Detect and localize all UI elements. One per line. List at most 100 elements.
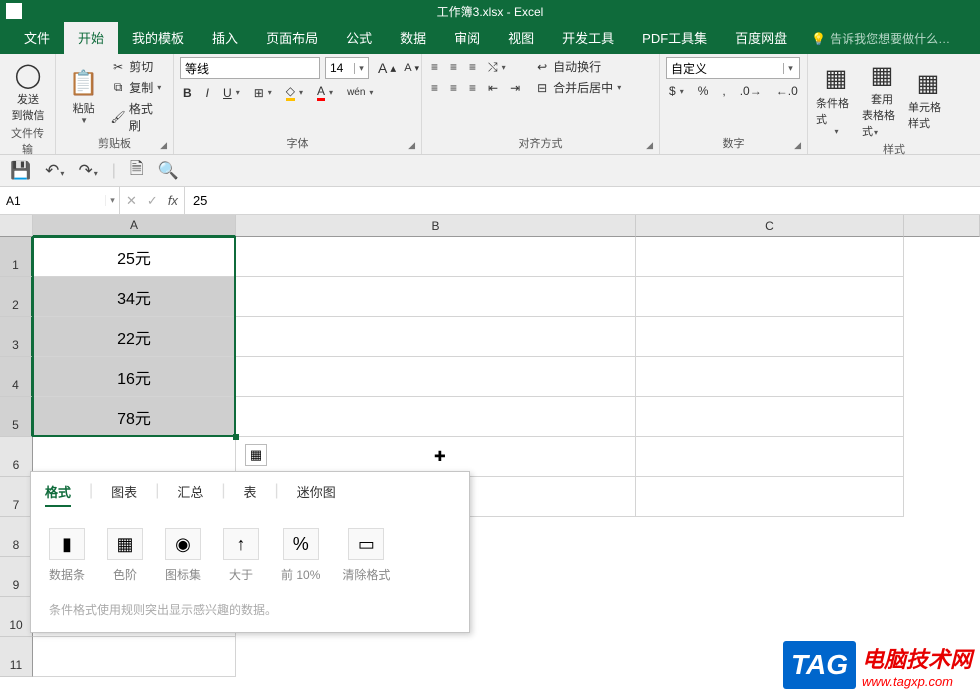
bold-button[interactable]: B [180,85,195,101]
tell-me-search[interactable]: 💡 告诉我您想要做什么… [801,23,960,54]
row-header-11[interactable]: 11 [0,637,33,677]
qa-tab-format[interactable]: 格式 [45,482,71,507]
increase-decimal-button[interactable]: .0→ [737,83,765,99]
font-size-input[interactable] [326,61,354,75]
cell-b3[interactable] [236,317,636,357]
fill-color-button[interactable]: ◇▾ [283,83,306,102]
col-header-c[interactable]: C [636,215,904,237]
redo-icon[interactable]: ↷▾ [78,161,97,181]
cell-b1[interactable] [236,237,636,277]
font-color-button[interactable]: A▾ [314,83,336,102]
font-size-combo[interactable]: ▾ [325,57,369,79]
row-header-9[interactable]: 9 [0,557,33,597]
col-header-b[interactable]: B [236,215,636,237]
cell-b5[interactable] [236,397,636,437]
cell-a4[interactable]: 16元 [33,357,236,397]
phonetic-button[interactable]: wén▾ [344,86,376,99]
cell-c4[interactable] [636,357,904,397]
cell-b2[interactable] [236,277,636,317]
save-icon[interactable]: 💾 [10,161,31,181]
enter-icon[interactable]: ✓ [147,193,158,209]
row-header-1[interactable]: 1 [0,237,33,277]
format-as-table-button[interactable]: ▦ 套用 表格格式▾ [860,57,904,141]
increase-font-button[interactable]: A▴ [375,59,399,77]
qa-top10-button[interactable]: %前 10% [281,528,320,583]
tab-formulas[interactable]: 公式 [332,21,386,54]
align-left-button[interactable]: ≡ [428,80,441,96]
cell-a3[interactable]: 22元 [33,317,236,357]
cell-a11[interactable] [33,637,236,677]
wrap-text-button[interactable]: ↩自动换行 [531,57,624,76]
cell-c3[interactable] [636,317,904,357]
tab-developer[interactable]: 开发工具 [548,21,628,54]
row-header-4[interactable]: 4 [0,357,33,397]
row-header-3[interactable]: 3 [0,317,33,357]
qa-iconset-button[interactable]: ◉图标集 [165,528,201,583]
chevron-down-icon[interactable]: ▾ [783,63,797,74]
row-header-10[interactable]: 10 [0,597,33,637]
border-button[interactable]: ⊞▾ [251,85,275,101]
row-header-6[interactable]: 6 [0,437,33,477]
cell-a1[interactable]: 25元 [33,237,236,277]
cell-a2[interactable]: 34元 [33,277,236,317]
selection-handle[interactable] [233,434,239,440]
qa-databar-button[interactable]: ▮数据条 [49,528,85,583]
tab-view[interactable]: 视图 [494,21,548,54]
font-name-combo[interactable]: ▾ [180,57,320,79]
qa-tab-table[interactable]: 表 [244,482,257,507]
copy-button[interactable]: ⧉复制▾ [107,78,167,97]
cell-c1[interactable] [636,237,904,277]
select-all-corner[interactable] [0,215,33,237]
dialog-launcher-icon[interactable]: ◢ [408,140,415,151]
merge-center-button[interactable]: ⊟合并后居中▾ [531,78,624,97]
tab-data[interactable]: 数据 [386,21,440,54]
chevron-down-icon[interactable]: ▾ [354,63,368,74]
indent-increase-button[interactable]: ⇥ [507,80,523,96]
col-header-d[interactable] [904,215,980,237]
qa-tab-sparkline[interactable]: 迷你图 [297,482,336,507]
print-preview-icon[interactable]: 🗎 [130,156,144,185]
tab-home[interactable]: 开始 [64,21,118,54]
cell-b4[interactable] [236,357,636,397]
qa-clear-button[interactable]: ▭清除格式 [342,528,390,583]
row-header-2[interactable]: 2 [0,277,33,317]
decrease-font-button[interactable]: A▾ [401,61,422,75]
send-to-wechat-button[interactable]: ◯ 发送 到微信 [6,57,50,125]
cut-button[interactable]: ✂剪切 [107,57,167,76]
fx-icon[interactable]: fx [168,193,178,208]
align-top-button[interactable]: ≡ [428,59,441,75]
tab-insert[interactable]: 插入 [198,21,252,54]
qa-tab-chart[interactable]: 图表 [111,482,137,507]
row-header-7[interactable]: 7 [0,477,33,517]
decrease-decimal-button[interactable]: ←.0 [773,83,801,99]
row-header-8[interactable]: 8 [0,517,33,557]
format-painter-button[interactable]: 🖌格式刷 [107,99,167,135]
align-middle-button[interactable]: ≡ [447,59,460,75]
tab-baidu[interactable]: 百度网盘 [721,21,801,54]
paste-button[interactable]: 📋 粘贴 ▼ [62,66,105,127]
indent-decrease-button[interactable]: ⇤ [485,80,501,96]
font-name-input[interactable] [181,61,344,75]
cell-c2[interactable] [636,277,904,317]
tab-pagelayout[interactable]: 页面布局 [252,21,332,54]
conditional-format-button[interactable]: ▦ 条件格式▾ [814,61,858,138]
cell-grid[interactable]: 25元 34元 22元 16元 78元 [33,237,980,677]
italic-button[interactable]: I [203,85,212,101]
tab-review[interactable]: 审阅 [440,21,494,54]
cell-c5[interactable] [636,397,904,437]
dialog-launcher-icon[interactable]: ◢ [160,140,167,151]
chevron-down-icon[interactable]: ▾ [105,195,119,206]
cell-styles-button[interactable]: ▦ 单元格样式 [906,65,950,133]
name-box[interactable]: ▾ [0,187,120,214]
col-header-a[interactable]: A [33,215,236,237]
number-format-input[interactable] [667,61,783,75]
accounting-format-button[interactable]: $▾ [666,83,687,99]
formula-input[interactable]: 25 [185,187,980,214]
tab-file[interactable]: 文件 [10,21,64,54]
dialog-launcher-icon[interactable]: ◢ [794,140,801,151]
cell-c7[interactable] [636,477,904,517]
cell-a5[interactable]: 78元 [33,397,236,437]
percent-button[interactable]: % [695,83,712,99]
cancel-icon[interactable]: ✕ [126,193,137,209]
cell-c6[interactable] [636,437,904,477]
